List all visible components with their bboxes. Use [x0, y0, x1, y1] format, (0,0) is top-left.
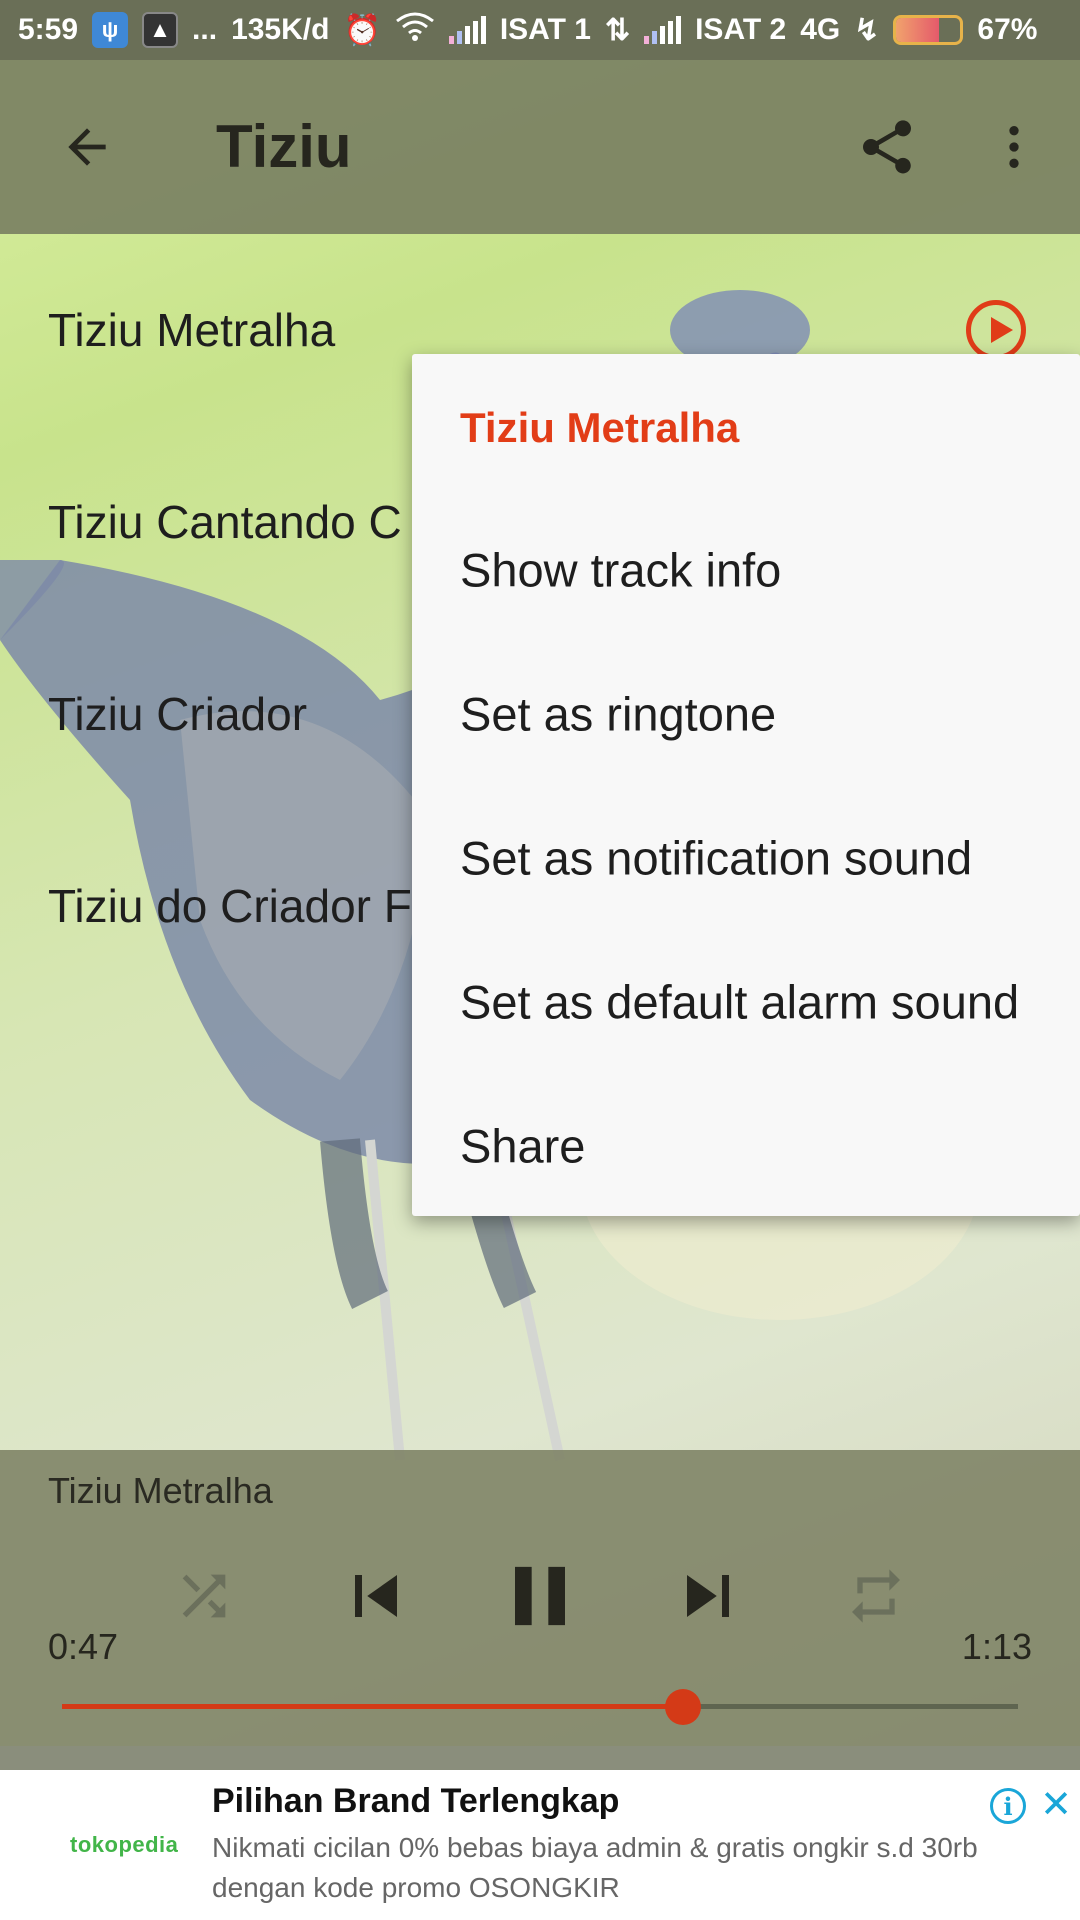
menu-item-set-ringtone[interactable]: Set as ringtone	[412, 642, 1080, 786]
menu-item-set-notification[interactable]: Set as notification sound	[412, 786, 1080, 930]
elapsed-time: 0:47	[48, 1626, 119, 1667]
seek-bar[interactable]	[62, 1689, 1018, 1725]
divider-strip	[0, 1746, 1080, 1770]
shuffle-icon	[182, 1574, 226, 1618]
charging-icon: ↯	[854, 13, 880, 47]
track-label: Tiziu Criador	[48, 688, 308, 740]
battery-percent: 67%	[977, 13, 1038, 46]
seek-thumb[interactable]	[665, 1689, 702, 1725]
app-icon: ▲	[142, 12, 179, 48]
next-button[interactable]	[666, 1554, 750, 1638]
status-bar: 5:59 ψ ▲ ... 135K/d ⏰ ISAT 1 ⇅ ISAT 2 4G…	[0, 0, 1080, 60]
usb-icon: ψ	[92, 12, 129, 48]
pause-icon	[515, 1566, 565, 1626]
pause-button[interactable]	[490, 1546, 590, 1646]
info-icon[interactable]: i	[990, 1788, 1026, 1824]
share-icon	[863, 120, 911, 174]
context-menu: Tiziu Metralha Show track info Set as ri…	[412, 354, 1080, 1216]
ad-logo: tokopedia	[70, 1832, 179, 1857]
arrow-left-icon	[68, 128, 106, 166]
seek-progress	[62, 1704, 684, 1709]
skip-previous-icon	[355, 1575, 397, 1617]
menu-item-label: Set as default alarm sound	[460, 975, 1020, 1029]
total-time: 1:13	[961, 1626, 1032, 1667]
back-button[interactable]	[52, 112, 122, 182]
menu-item-label: Set as notification sound	[460, 831, 973, 885]
previous-button[interactable]	[334, 1554, 418, 1638]
menu-item-set-alarm[interactable]: Set as default alarm sound	[412, 930, 1080, 1074]
status-time: 5:59	[18, 13, 79, 46]
ad-title[interactable]: Pilihan Brand Terlengkap	[212, 1782, 619, 1821]
now-playing-title: Tiziu Metralha	[48, 1470, 273, 1511]
more-vert-icon	[1009, 126, 1019, 168]
menu-item-share[interactable]: Share	[412, 1074, 1080, 1218]
wifi-icon	[395, 11, 435, 49]
play-icon[interactable]	[966, 300, 1026, 360]
menu-title: Tiziu Metralha	[412, 356, 1080, 500]
data-arrows-icon: ⇅	[604, 13, 631, 47]
carrier2-label: ISAT 2	[695, 13, 787, 46]
ad-body: Nikmati cicilan 0% bebas biaya admin & g…	[212, 1832, 978, 1903]
close-icon[interactable]: ✕	[1036, 1784, 1076, 1826]
track-label: Tiziu do Criador F	[48, 880, 412, 932]
network-type: 4G	[800, 13, 841, 46]
repeat-button[interactable]	[840, 1560, 912, 1632]
status-dots: ...	[192, 13, 218, 46]
signal-icon	[448, 16, 486, 44]
menu-item-label: Share	[460, 1119, 586, 1173]
repeat-icon	[852, 1569, 900, 1623]
skip-next-icon	[687, 1575, 729, 1617]
signal-icon	[644, 16, 682, 44]
ad-banner[interactable]: tokopedia Pilihan Brand Terlengkap Nikma…	[0, 1770, 1080, 1920]
carrier1-label: ISAT 1	[499, 13, 591, 46]
net-speed: 135K/d	[231, 13, 330, 46]
shuffle-button[interactable]	[168, 1560, 240, 1632]
app-bar: Tiziu	[0, 60, 1080, 234]
alarm-icon: ⏰	[343, 13, 381, 47]
menu-item-show-track-info[interactable]: Show track info	[412, 498, 1080, 642]
more-options-button[interactable]	[986, 112, 1042, 182]
battery-icon	[893, 15, 964, 45]
track-label: Tiziu Metralha	[48, 304, 336, 356]
menu-title-label: Tiziu Metralha	[460, 404, 740, 451]
page-title: Tiziu	[216, 113, 352, 180]
menu-item-label: Set as ringtone	[460, 687, 777, 741]
player-panel: Tiziu Metralha 0:47 1:13	[0, 1450, 1080, 1746]
share-button[interactable]	[852, 112, 922, 182]
menu-item-label: Show track info	[460, 543, 782, 597]
track-label: Tiziu Cantando C	[48, 496, 402, 548]
